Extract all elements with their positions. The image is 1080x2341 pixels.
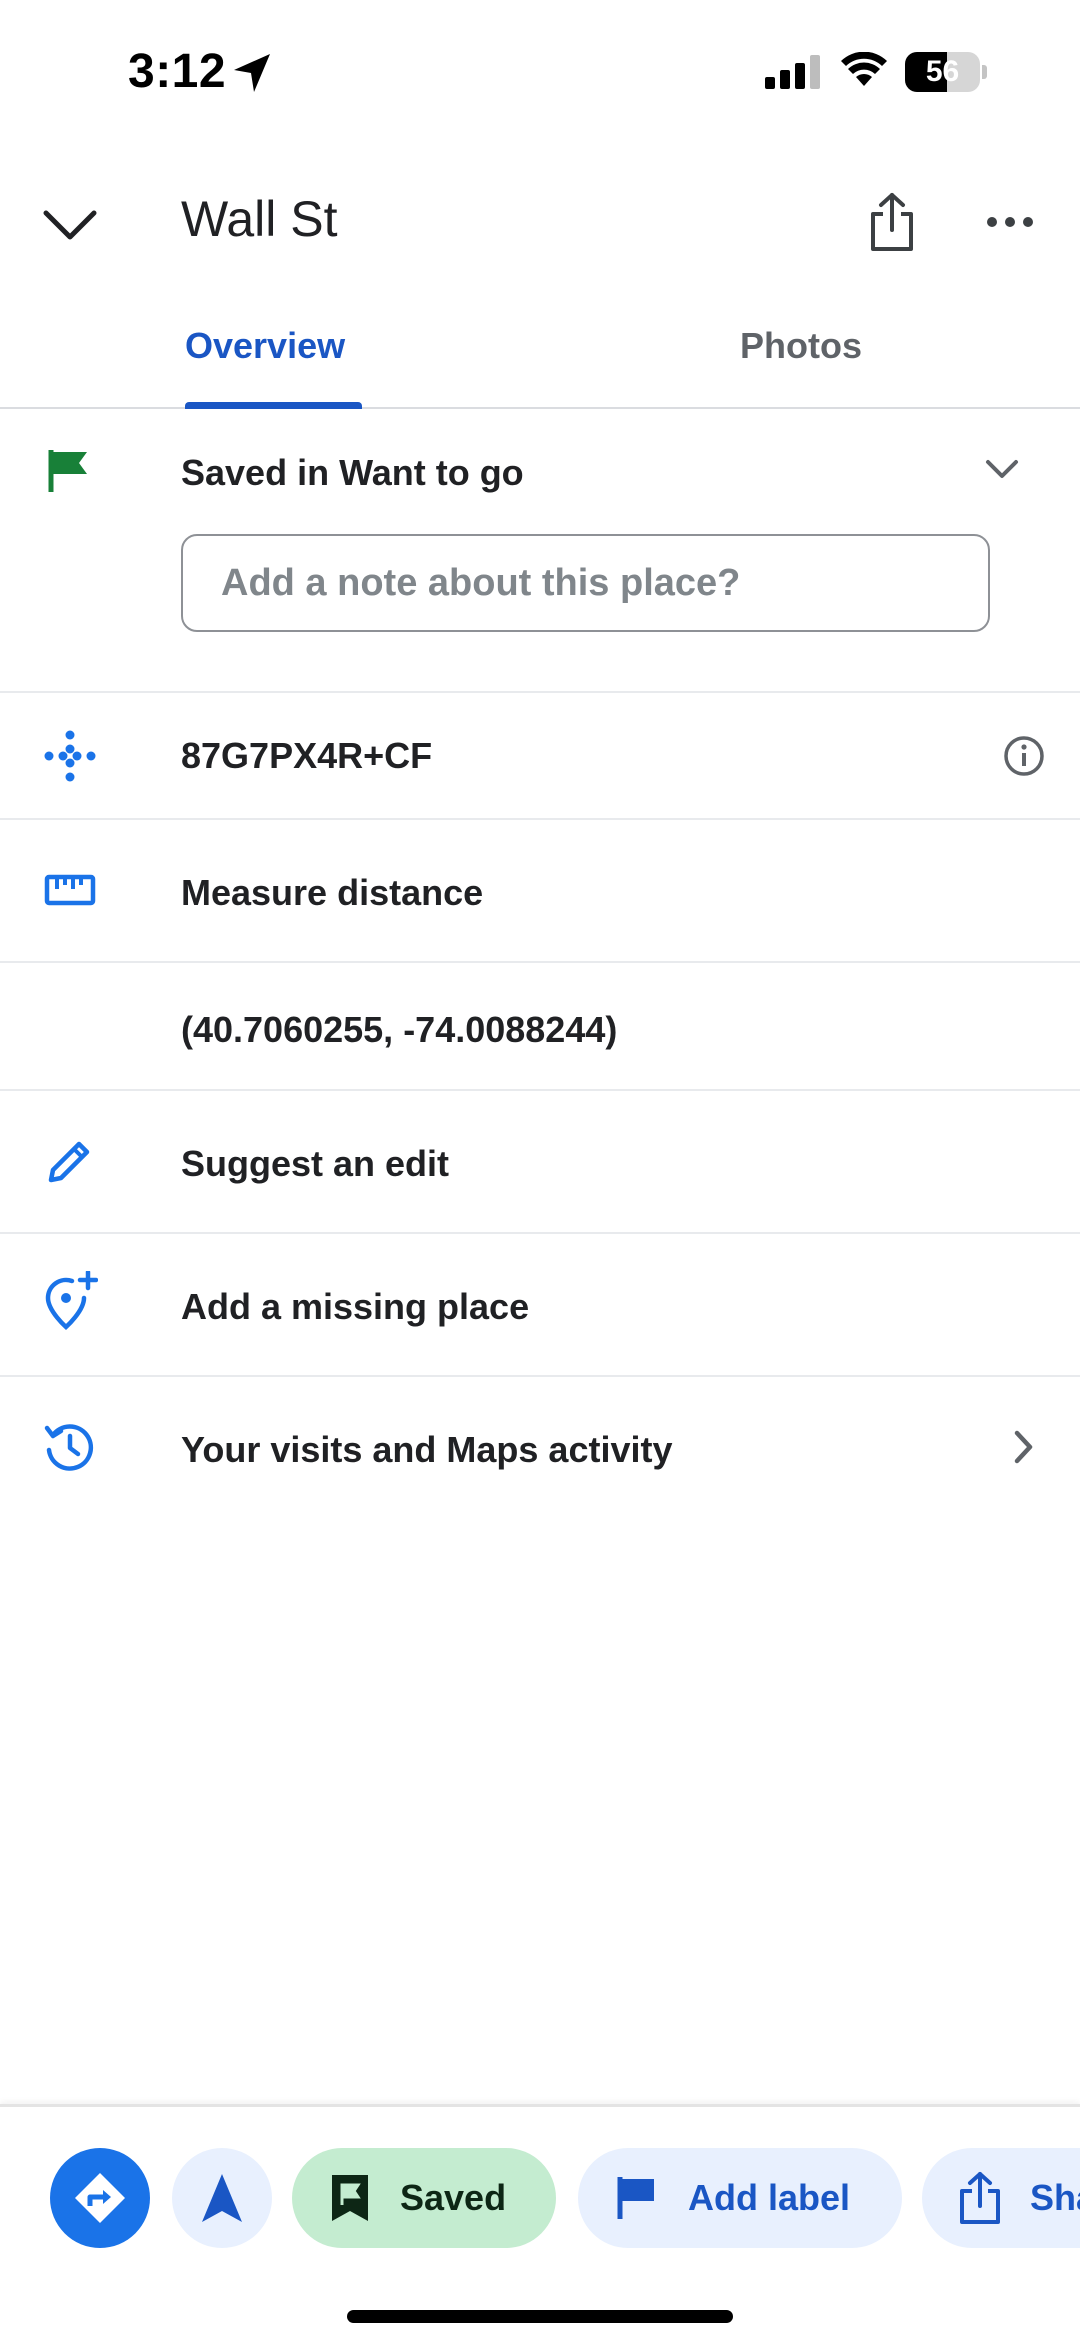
battery-icon: 56 <box>905 52 987 92</box>
bottom-action-bar: Saved Add label Share <box>0 2104 1080 2341</box>
wifi-icon <box>840 51 888 93</box>
add-missing-place-label: Add a missing place <box>181 1286 530 1327</box>
plus-code-icon <box>40 726 100 786</box>
note-input[interactable] <box>181 534 990 632</box>
directions-icon <box>75 2173 125 2223</box>
signal-icon <box>765 55 821 94</box>
saved-button-label: Saved <box>400 2177 507 2218</box>
coordinates-row[interactable]: (40.7060255, -74.0088244) <box>0 963 1080 1091</box>
plus-code-text: 87G7PX4R+CF <box>181 735 433 776</box>
more-options-button[interactable] <box>970 182 1050 262</box>
directions-button[interactable] <box>50 2148 150 2248</box>
status-bar: 3:12 56 <box>0 0 1080 145</box>
coordinates-text: (40.7060255, -74.0088244) <box>181 1009 618 1050</box>
add-location-icon <box>40 1271 100 1332</box>
saved-list-label[interactable]: Saved in Want to go <box>181 452 524 494</box>
flag-icon <box>45 448 91 499</box>
info-icon[interactable] <box>994 726 1054 786</box>
chevron-down-icon[interactable] <box>985 458 1019 485</box>
history-icon <box>40 1417 100 1477</box>
visits-activity-row[interactable]: Your visits and Maps activity <box>0 1377 1080 1520</box>
share-chip-label: Share <box>1030 2177 1080 2218</box>
collapse-button[interactable] <box>30 185 110 265</box>
plus-code-row[interactable]: 87G7PX4R+CF <box>0 693 1080 820</box>
add-label-button[interactable]: Add label <box>578 2148 902 2248</box>
add-label-button-label: Add label <box>688 2177 851 2218</box>
navigation-icon <box>202 2174 242 2222</box>
share-chip-button[interactable]: Share <box>922 2148 1080 2248</box>
share-icon <box>871 193 913 251</box>
measure-distance-row[interactable]: Measure distance <box>0 820 1080 963</box>
more-icon <box>987 217 1033 227</box>
visits-activity-label: Your visits and Maps activity <box>181 1429 673 1470</box>
chevron-right-icon <box>994 1417 1054 1477</box>
tab-overview[interactable]: Overview <box>185 325 345 367</box>
pencil-icon <box>40 1131 100 1191</box>
battery-level: 56 <box>925 55 960 88</box>
home-indicator[interactable] <box>347 2310 733 2323</box>
status-time: 3:12 <box>128 45 227 98</box>
flag-icon <box>614 2175 660 2221</box>
share-icon <box>958 2171 1002 2225</box>
chevron-down-icon <box>43 210 97 240</box>
suggest-edit-label: Suggest an edit <box>181 1143 450 1184</box>
ruler-icon <box>40 860 100 920</box>
bookmark-flag-icon <box>328 2173 372 2223</box>
saved-button[interactable]: Saved <box>292 2148 556 2248</box>
location-arrow-icon <box>232 52 272 99</box>
tab-bar: Overview Photos <box>0 305 1080 409</box>
saved-section: Saved in Want to go <box>0 410 1080 693</box>
place-header: Wall St <box>0 160 1080 280</box>
start-navigation-button[interactable] <box>172 2148 272 2248</box>
add-missing-place-row[interactable]: Add a missing place <box>0 1234 1080 1377</box>
share-button[interactable] <box>852 182 932 262</box>
measure-distance-label: Measure distance <box>181 872 484 913</box>
active-tab-indicator <box>185 402 362 409</box>
tab-photos[interactable]: Photos <box>740 325 862 367</box>
place-details-screen: 3:12 56 Wall St Overview Photos Saved in… <box>0 0 1080 2341</box>
page-title: Wall St <box>181 191 338 247</box>
suggest-edit-row[interactable]: Suggest an edit <box>0 1091 1080 1234</box>
